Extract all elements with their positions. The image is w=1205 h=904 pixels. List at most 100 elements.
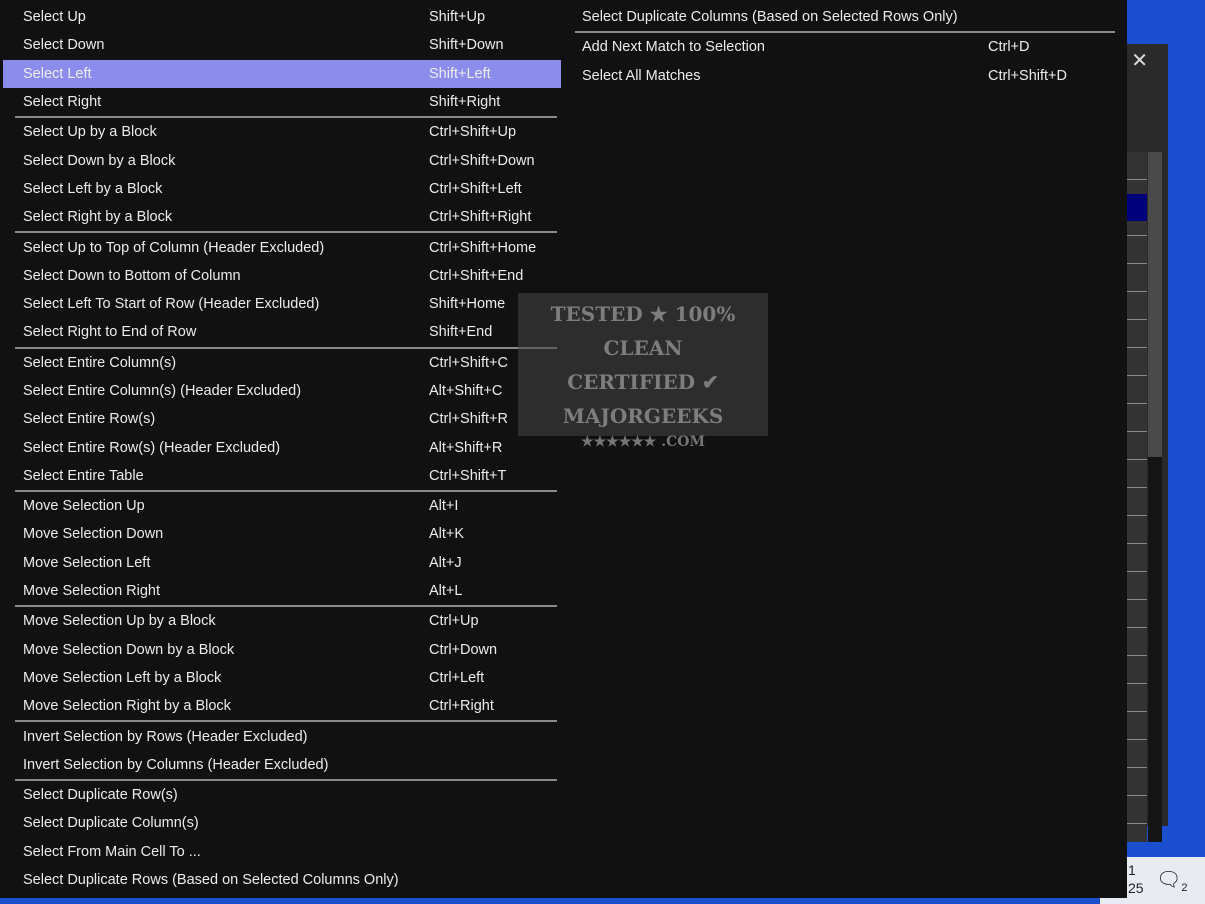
menu-item-label: Move Selection Up by a Block xyxy=(23,613,216,630)
menu-item[interactable]: Select Entire Table Ctrl+Shift+T xyxy=(3,462,561,490)
menu-item-label: Select Down by a Block xyxy=(23,152,176,169)
menu-item-shortcut: Ctrl+Shift+D xyxy=(988,67,1067,84)
menu-item-label: Select Duplicate Row(s) xyxy=(23,787,178,804)
menu-item-label: Select Right to End of Row xyxy=(23,324,197,341)
menu-item[interactable]: Select Right by a Block Ctrl+Shift+Right xyxy=(3,203,561,231)
menu-item[interactable]: Invert Selection by Columns (Header Excl… xyxy=(3,751,561,779)
menu-item[interactable]: Select Up by a Block Ctrl+Shift+Up xyxy=(3,118,561,146)
menu-item[interactable]: Invert Selection by Rows (Header Exclude… xyxy=(3,722,561,750)
menu-column-right: Select Duplicate Columns (Based on Selec… xyxy=(575,3,1115,90)
menu-item[interactable]: Add Next Match to Selection Ctrl+D xyxy=(575,33,1115,61)
menu-item[interactable]: Select Entire Row(s) (Header Excluded) Al… xyxy=(3,433,561,461)
menu-item-shortcut: Alt+Shift+R xyxy=(429,439,503,456)
menu-item[interactable]: Select Right to End of Row Shift+End xyxy=(3,318,561,346)
menu-item-shortcut: Alt+K xyxy=(429,526,465,543)
scrollbar-thumb[interactable] xyxy=(1148,152,1162,457)
menu-item-shortcut: Ctrl+Shift+T xyxy=(429,467,507,484)
menu-item-shortcut: Ctrl+Down xyxy=(429,641,498,658)
selected-cell xyxy=(1127,194,1147,221)
menu-item[interactable]: Select Up to Top of Column (Header Exclu… xyxy=(3,233,561,261)
menu-item-label: Select Down xyxy=(23,37,105,54)
menu-item-label: Select Up to Top of Column (Header Exclu… xyxy=(23,239,325,256)
menu-item-label: Select Entire Column(s) (Header Excluded… xyxy=(23,383,302,399)
background-grid xyxy=(1127,152,1147,842)
menu-item-label: Select Duplicate Rows (Based on Selected… xyxy=(23,872,399,889)
menu-item-label: Select All Matches xyxy=(582,67,701,84)
menu-item-shortcut: Alt+L xyxy=(429,583,463,600)
menu-item[interactable]: Move Selection Left Alt+J xyxy=(3,549,561,577)
menu-item-label: Select Down to Bottom of Column xyxy=(23,267,241,284)
menu-item[interactable]: Select Entire Row(s) Ctrl+Shift+R xyxy=(3,405,561,433)
menu-item-label: Select Duplicate Column(s) xyxy=(23,815,199,832)
menu-item-label: Select Left by a Block xyxy=(23,180,163,197)
menu-item-label: Move Selection Down by a Block xyxy=(23,641,235,658)
menu-item-label: Move Selection Right xyxy=(23,583,161,600)
menu-item-label: Select Entire Column(s) xyxy=(23,354,177,371)
menu-item-shortcut: Ctrl+D xyxy=(988,39,1030,56)
menu-item-shortcut: Shift+Up xyxy=(429,9,486,26)
menu-item-label: Move Selection Right by a Block xyxy=(23,698,231,715)
menu-item[interactable]: Move Selection Left by a Block Ctrl+Left xyxy=(3,664,561,692)
menu-item[interactable]: Select Left Shift+Left xyxy=(3,59,561,88)
menu-item[interactable]: Select Left To Start of Row (Header Excl… xyxy=(3,290,561,318)
menu-item[interactable]: Select From Main Cell To ... xyxy=(3,838,561,866)
menu-item[interactable]: Move Selection Right Alt+L xyxy=(3,577,561,605)
menu-item[interactable]: Select Entire Column(s) (Header Excluded… xyxy=(3,377,561,405)
menu-item[interactable]: Move Selection Down Alt+K xyxy=(3,520,561,548)
menu-item-label: Move Selection Up xyxy=(23,498,145,515)
menu-item-shortcut: Ctrl+Shift+Left xyxy=(429,180,522,197)
menu-item[interactable]: Select Up Shift+Up xyxy=(3,3,561,31)
menu-item[interactable]: Select Duplicate Column(s) xyxy=(3,809,561,837)
taskbar-clock[interactable]: 1 25 xyxy=(1128,861,1144,897)
menu-item[interactable]: Select Down by a Block Ctrl+Shift+Down xyxy=(3,146,561,174)
menu-item-shortcut: Shift+Down xyxy=(429,37,504,54)
menu-item[interactable]: Select Left by a Block Ctrl+Shift+Left xyxy=(3,175,561,203)
menu-item-shortcut: Ctrl+Shift+C xyxy=(429,354,508,371)
menu-item-label: Select Left To Start of Row (Header Excl… xyxy=(23,296,320,313)
menu-item-label: Select From Main Cell To ... xyxy=(23,843,201,860)
menu-item-label: Select Entire Row(s) xyxy=(23,411,156,428)
menu-item-label: Select Entire Row(s) (Header Excluded) xyxy=(23,439,281,456)
menu-item-shortcut: Alt+I xyxy=(429,498,459,515)
menu-item-shortcut: Shift+Left xyxy=(429,65,491,82)
menu-item-shortcut: Alt+Shift+C xyxy=(429,383,503,399)
menu-item-label: Select Right by a Block xyxy=(23,209,173,226)
menu-item-shortcut: Shift+End xyxy=(429,324,493,341)
menu-item-shortcut: Ctrl+Shift+Right xyxy=(429,209,532,226)
menu-column-left: Select Up Shift+Up Select Down Shift+Down Se… xyxy=(3,3,561,894)
menu-item-shortcut: Shift+Right xyxy=(429,94,501,111)
menu-item-shortcut: Ctrl+Left xyxy=(429,669,485,686)
menu-item-label: Select Right xyxy=(23,94,102,111)
menu-item[interactable]: Move Selection Up by a Block Ctrl+Up xyxy=(3,607,561,635)
watermark-logo: TESTED ★ 100% CLEAN CERTIFIED ✔ MAJORGEE… xyxy=(518,293,768,450)
menu-item-label: Select Entire Table xyxy=(23,467,144,484)
menu-item-label: Move Selection Left xyxy=(23,554,151,571)
menu-item[interactable]: Select Duplicate Row(s) xyxy=(3,781,561,809)
menu-item-shortcut: Ctrl+Up xyxy=(429,613,479,630)
menu-item-shortcut: Ctrl+Shift+Up xyxy=(429,124,517,141)
menu-item-shortcut: Ctrl+Shift+Home xyxy=(429,239,537,256)
menu-item[interactable]: Select Duplicate Columns (Based on Selec… xyxy=(575,3,1115,31)
menu-item-shortcut: Shift+Home xyxy=(429,296,506,313)
menu-item[interactable]: Move Selection Down by a Block Ctrl+Down xyxy=(3,636,561,664)
menu-item[interactable]: Move Selection Right by a Block Ctrl+Righ… xyxy=(3,692,561,720)
menu-item[interactable]: Move Selection Up Alt+I xyxy=(3,492,561,520)
menu-item-label: Invert Selection by Columns (Header Excl… xyxy=(23,756,329,773)
menu-item-shortcut: Ctrl+Right xyxy=(429,698,494,715)
menu-item[interactable]: Select Down to Bottom of Column Ctrl+Shif… xyxy=(3,262,561,290)
menu-item[interactable]: Select Entire Column(s) Ctrl+Shift+C xyxy=(3,349,561,377)
menu-item-shortcut: Ctrl+Shift+End xyxy=(429,267,524,284)
notification-icon[interactable]: 🗨2 xyxy=(1156,867,1188,894)
menu-item-label: Select Duplicate Columns (Based on Selec… xyxy=(582,9,958,26)
menu-item[interactable]: Select Duplicate Rows (Based on Selected… xyxy=(3,866,561,894)
menu-item-label: Invert Selection by Rows (Header Exclude… xyxy=(23,728,308,745)
menu-item[interactable]: Select All Matches Ctrl+Shift+D xyxy=(575,62,1115,90)
menu-item-label: Select Up by a Block xyxy=(23,124,157,141)
context-menu: Select Up Shift+Up Select Down Shift+Down Se… xyxy=(0,0,1127,898)
menu-item-shortcut: Ctrl+Shift+Down xyxy=(429,152,535,169)
menu-item[interactable]: Select Down Shift+Down xyxy=(3,31,561,59)
menu-item-label: Add Next Match to Selection xyxy=(582,39,765,56)
menu-item[interactable]: Select Right Shift+Right xyxy=(3,88,561,116)
close-icon[interactable]: ✕ xyxy=(1131,48,1148,73)
menu-item-label: Move Selection Down xyxy=(23,526,164,543)
